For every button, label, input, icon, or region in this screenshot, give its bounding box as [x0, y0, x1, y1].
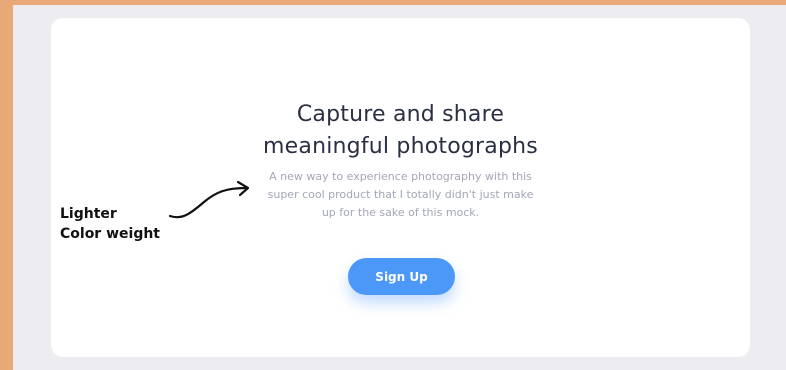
annotation-line-1: Lighter	[60, 206, 117, 222]
page-title: Capture and share meaningful photographs	[51, 99, 750, 163]
curved-arrow-icon	[168, 180, 250, 219]
annotation-label: Lighter Color weight	[60, 204, 160, 244]
subtext-line-1: A new way to experience photography with…	[269, 170, 532, 183]
subtext-line-2: super cool product that I totally didn't…	[267, 188, 534, 201]
hero-card: Capture and share meaningful photographs…	[51, 18, 750, 357]
headline-line-1: Capture and share	[296, 102, 505, 127]
headline-line-2: meaningful photographs	[263, 134, 538, 159]
annotation-line-2: Color weight	[60, 226, 160, 242]
signup-button[interactable]: Sign Up	[348, 258, 455, 295]
